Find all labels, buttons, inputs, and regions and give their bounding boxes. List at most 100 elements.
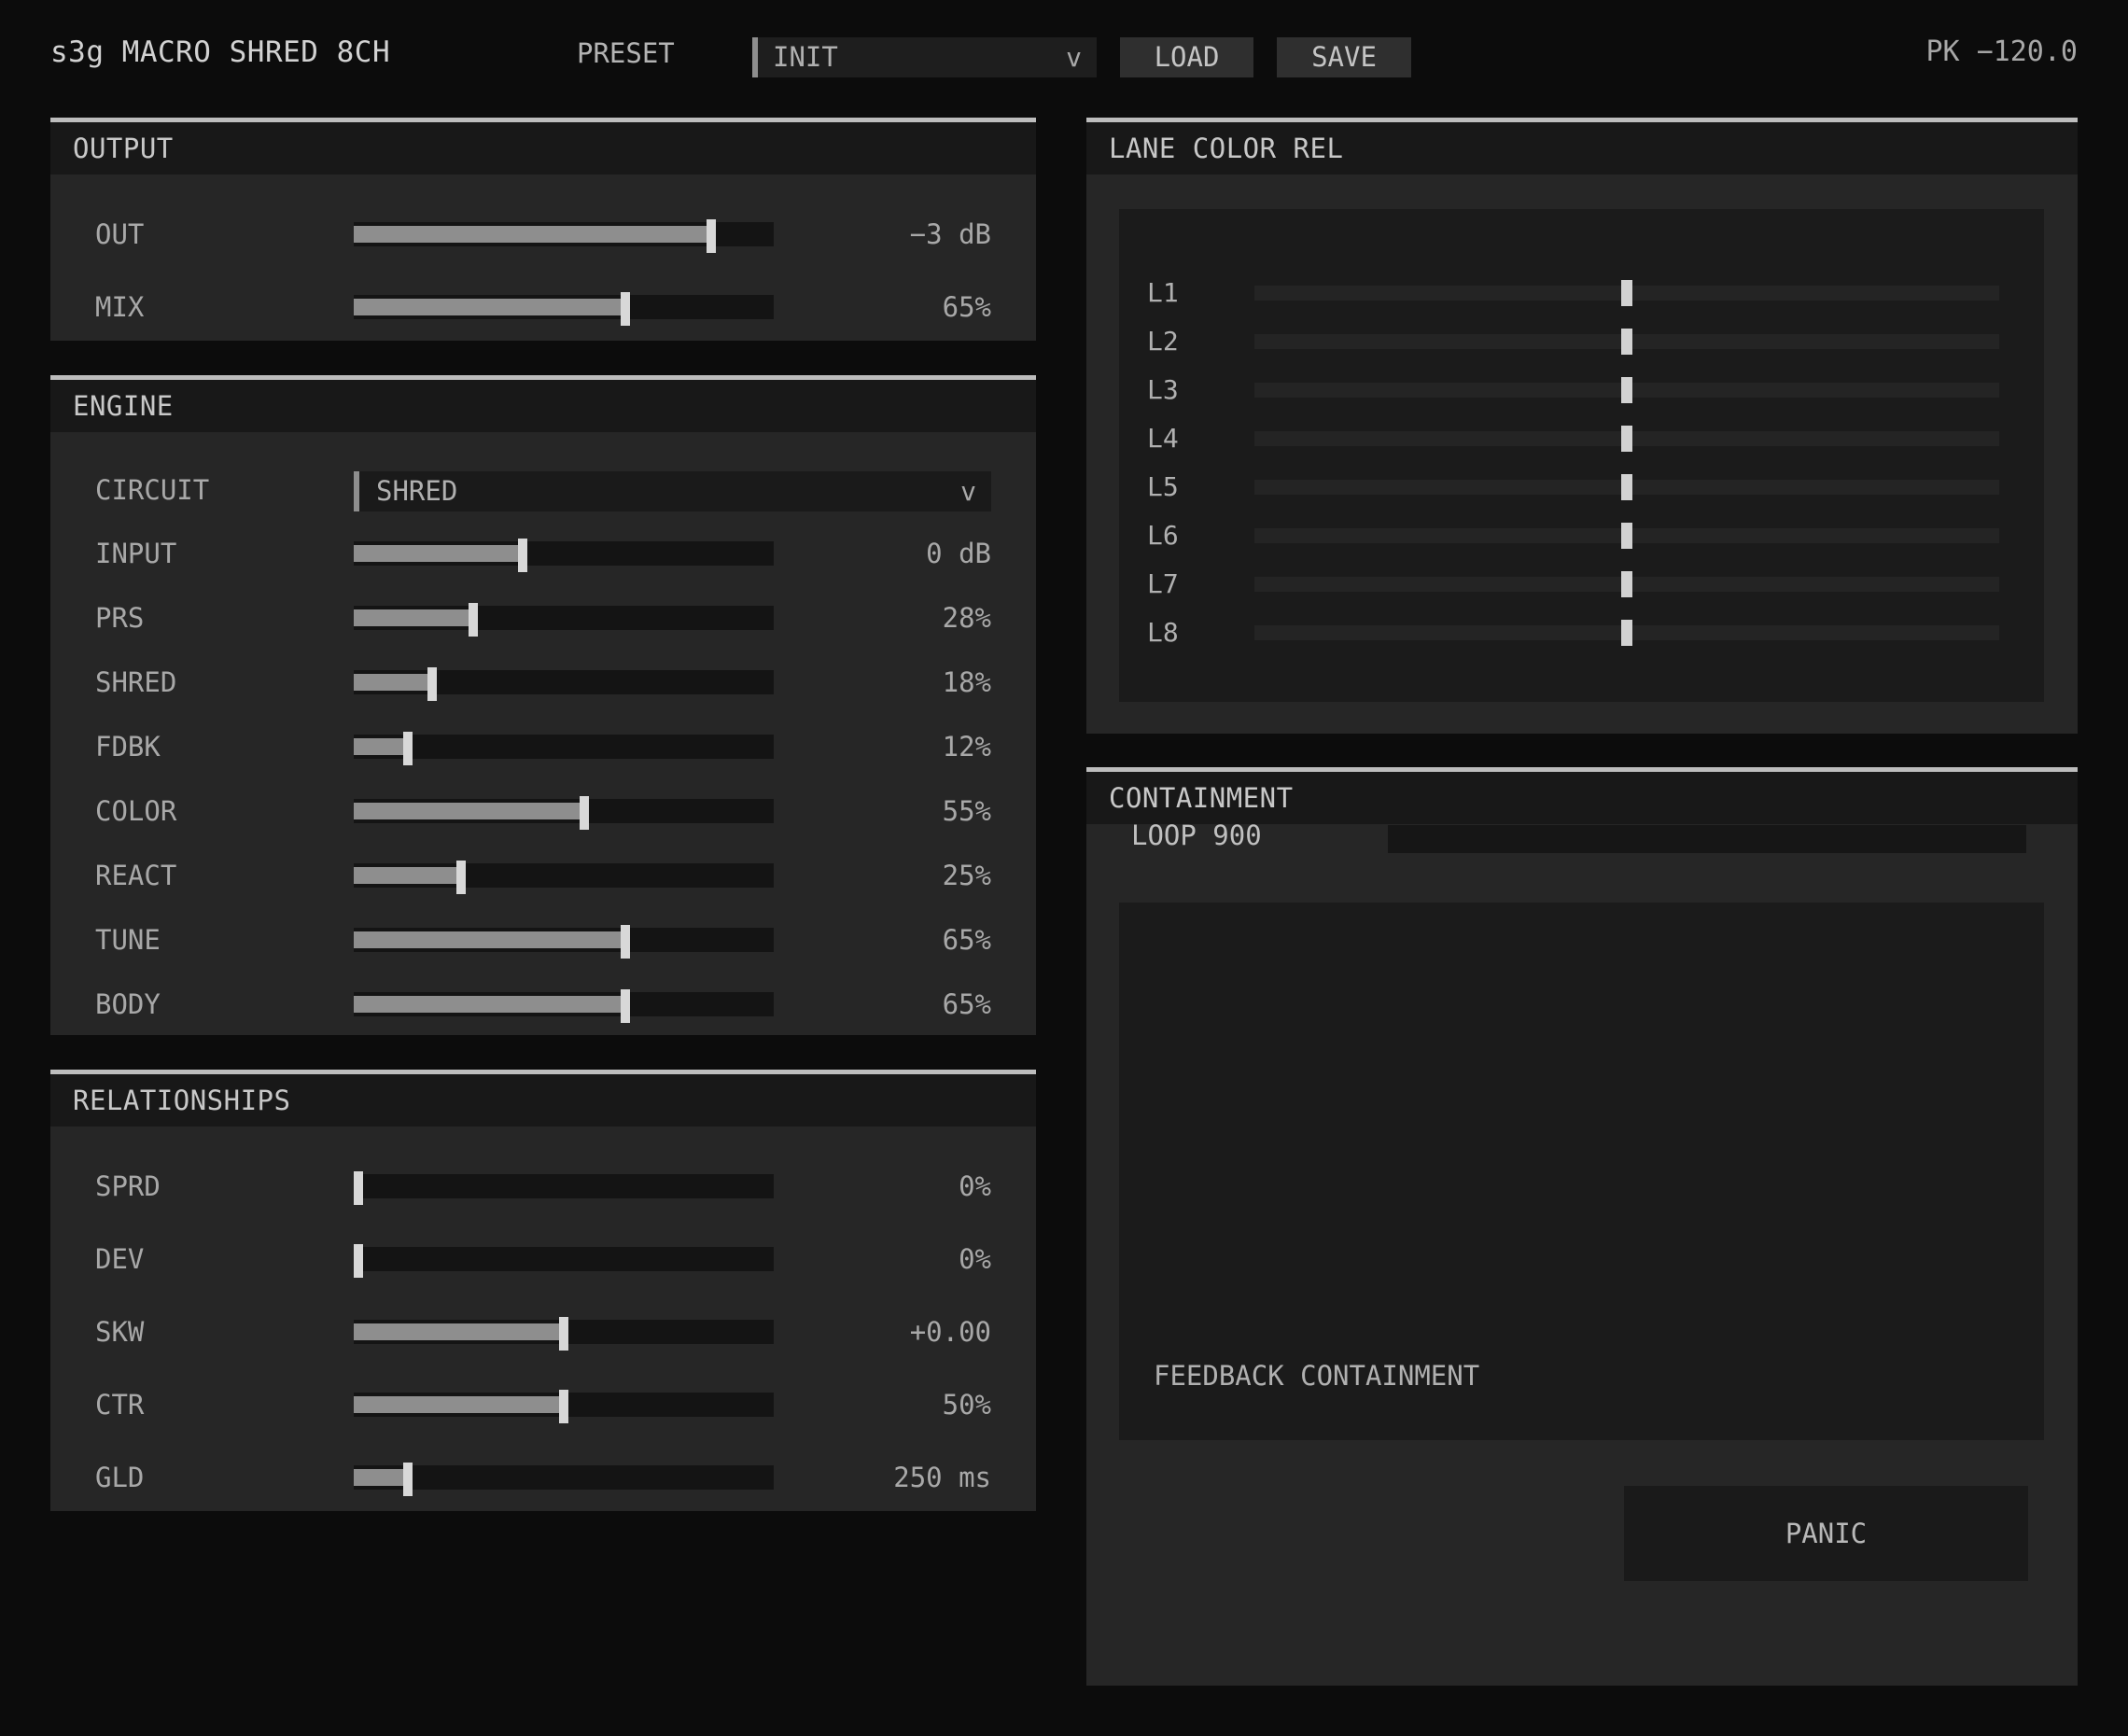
param-row-shred: SHRED 18% [50,664,1036,701]
param-row-skw: SKW +0.00 [50,1313,1036,1351]
slider-fill [354,931,621,948]
slider-thumb[interactable] [427,667,437,701]
slider-thumb[interactable] [456,861,466,894]
param-value: 0 dB [926,538,991,569]
param-value: 65% [942,291,991,323]
param-row-prs: PRS 28% [50,599,1036,637]
slider-thumb[interactable] [580,796,589,830]
slider-thumb[interactable] [1621,377,1632,403]
slider-thumb[interactable] [1621,474,1632,500]
slider-thumb[interactable] [354,1244,363,1278]
lane-slider-box: L1 L2 L3 L4 L5 L6 L7 L8 [1119,209,2044,702]
fdbk-slider[interactable] [354,732,774,765]
lane-l6-slider[interactable] [1254,523,1999,549]
param-value: 0% [959,1243,991,1275]
param-label: CTR [95,1389,145,1421]
param-value: 0% [959,1170,991,1202]
slider-thumb[interactable] [559,1390,568,1423]
skw-slider[interactable] [354,1317,774,1351]
param-label: SPRD [95,1170,161,1202]
preset-dropdown[interactable]: INIT v [752,37,1097,77]
slider-fill [354,609,469,626]
panel-title: ENGINE [50,380,1036,432]
lane-label: L5 [1147,471,1179,502]
param-row-tune: TUNE 65% [50,921,1036,959]
circuit-row: CIRCUIT SHRED v [50,471,1036,511]
lane-l4-slider[interactable] [1254,426,1999,452]
slider-thumb[interactable] [518,539,527,572]
slider-thumb[interactable] [1621,620,1632,646]
slider-thumb[interactable] [621,292,630,326]
ctr-slider[interactable] [354,1390,774,1423]
param-row-sprd: SPRD 0% [50,1168,1036,1205]
slider-thumb[interactable] [403,732,413,765]
chevron-down-icon: v [960,476,976,507]
slider-thumb[interactable] [621,989,630,1023]
input-slider[interactable] [354,539,774,572]
param-value: 65% [942,988,991,1020]
dev-slider[interactable] [354,1244,774,1278]
slider-thumb[interactable] [403,1463,413,1496]
lane-l3-slider[interactable] [1254,377,1999,403]
lane-row-l7: L7 [1119,568,2044,600]
panel-title: OUTPUT [50,122,1036,175]
param-row-gld: GLD 250 ms [50,1459,1036,1496]
param-label: FDBK [95,731,161,763]
containment-display-label: FEEDBACK CONTAINMENT [1154,1360,1480,1392]
load-button[interactable]: LOAD [1120,37,1253,77]
color-slider[interactable] [354,796,774,830]
lane-label: L4 [1147,423,1179,454]
sprd-slider[interactable] [354,1171,774,1205]
out-slider[interactable] [354,219,774,253]
slider-thumb[interactable] [1621,571,1632,597]
lane-l8-slider[interactable] [1254,620,1999,646]
slider-thumb[interactable] [469,603,478,637]
lane-l2-slider[interactable] [1254,329,1999,355]
gld-slider[interactable] [354,1463,774,1496]
param-row-body: BODY 65% [50,986,1036,1023]
shred-slider[interactable] [354,667,774,701]
slider-fill [354,867,456,884]
slider-thumb[interactable] [559,1317,568,1351]
relationships-panel: RELATIONSHIPS SPRD 0% DEV 0% SKW +0.00 CTR 50% G… [50,1070,1036,1511]
panic-button[interactable]: PANIC [1624,1486,2028,1581]
slider-thumb[interactable] [1621,523,1632,549]
circuit-dropdown[interactable]: SHRED v [354,471,991,511]
lane-row-l4: L4 [1119,423,2044,455]
lane-l5-slider[interactable] [1254,474,1999,500]
tune-slider[interactable] [354,925,774,959]
lane-label: L6 [1147,520,1179,551]
lane-label: L3 [1147,374,1179,405]
lane-row-l5: L5 [1119,471,2044,503]
prs-slider[interactable] [354,603,774,637]
lane-row-l6: L6 [1119,520,2044,552]
lane-row-l3: L3 [1119,374,2044,406]
slider-fill [354,545,518,562]
lane-l7-slider[interactable] [1254,571,1999,597]
param-row-dev: DEV 0% [50,1240,1036,1278]
param-value: −3 dB [909,218,991,250]
loop-meter [1388,825,2026,853]
react-slider[interactable] [354,861,774,894]
slider-fill [354,803,580,819]
param-value: 18% [942,666,991,698]
body-slider[interactable] [354,989,774,1023]
circuit-value: SHRED [376,475,458,507]
slider-fill [354,1469,403,1486]
lane-l1-slider[interactable] [1254,280,1999,306]
slider-thumb[interactable] [1621,329,1632,355]
param-row-mix: MIX 65% [50,288,1036,326]
param-label: COLOR [95,795,177,827]
param-label: SKW [95,1316,145,1348]
slider-fill [354,299,621,315]
slider-fill [354,674,427,691]
slider-thumb[interactable] [621,925,630,959]
slider-thumb[interactable] [1621,426,1632,452]
mix-slider[interactable] [354,292,774,326]
slider-thumb[interactable] [707,219,716,253]
save-button[interactable]: SAVE [1277,37,1411,77]
slider-thumb[interactable] [354,1171,363,1205]
slider-fill [354,738,403,755]
param-label: DEV [95,1243,145,1275]
slider-thumb[interactable] [1621,280,1632,306]
